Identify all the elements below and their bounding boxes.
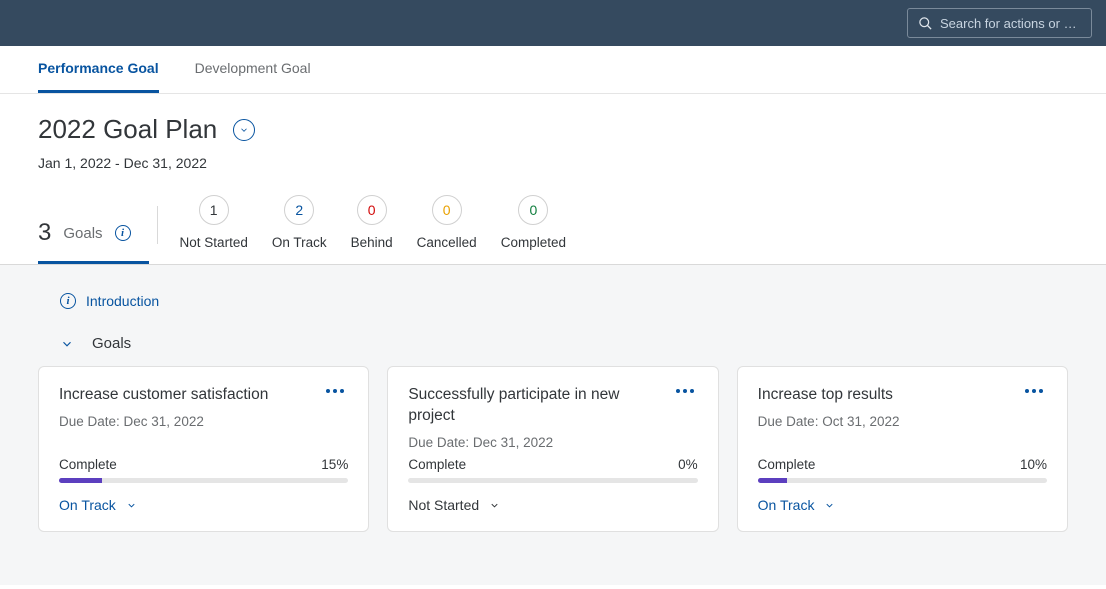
- goal-due-date: Due Date: Dec 31, 2022: [408, 435, 697, 450]
- status-filter-not-started[interactable]: 1 Not Started: [168, 195, 260, 264]
- status-count: 0: [518, 195, 548, 225]
- goal-status-label: Not Started: [408, 497, 479, 513]
- goal-due-date: Due Date: Dec 31, 2022: [59, 414, 348, 429]
- page-header: 2022 Goal Plan Jan 1, 2022 - Dec 31, 202…: [0, 94, 1106, 171]
- status-filter-cancelled[interactable]: 0 Cancelled: [405, 195, 489, 264]
- introduction-link[interactable]: i Introduction: [38, 289, 1068, 313]
- progress-bar: [758, 478, 1047, 483]
- goals-section-toggle[interactable]: Goals: [38, 313, 1068, 366]
- goals-count: 3: [38, 219, 51, 247]
- status-filter-completed[interactable]: 0 Completed: [489, 195, 578, 264]
- goal-menu-button[interactable]: [1021, 385, 1047, 397]
- goal-status-selector[interactable]: Not Started: [408, 497, 697, 513]
- goal-menu-button[interactable]: [672, 385, 698, 397]
- goals-count-label: Goals: [63, 225, 102, 242]
- status-filter-on-track[interactable]: 2 On Track: [260, 195, 339, 264]
- main-content: i Introduction Goals Increase customer s…: [0, 265, 1106, 585]
- info-icon[interactable]: i: [115, 225, 131, 241]
- goal-title: Increase top results: [758, 385, 893, 406]
- page-title: 2022 Goal Plan: [38, 114, 217, 145]
- status-count: 0: [432, 195, 462, 225]
- goal-status-selector[interactable]: On Track: [758, 497, 1047, 513]
- tab-performance-goal[interactable]: Performance Goal: [38, 46, 159, 93]
- status-summary: 3 Goals i 1 Not Started 2 On Track 0 Behind 0 C…: [0, 171, 1106, 265]
- status-filter-behind[interactable]: 0 Behind: [339, 195, 405, 264]
- status-label: Behind: [351, 235, 393, 250]
- goals-total[interactable]: 3 Goals i: [38, 219, 149, 264]
- goal-title: Successfully participate in new project: [408, 385, 654, 427]
- status-label: Cancelled: [417, 235, 477, 250]
- status-count: 2: [284, 195, 314, 225]
- progress-label: Complete: [408, 457, 466, 472]
- goal-card[interactable]: Successfully participate in new project …: [387, 366, 718, 532]
- chevron-down-icon: [126, 500, 137, 511]
- chevron-down-icon: [489, 500, 500, 511]
- tab-development-goal[interactable]: Development Goal: [195, 46, 311, 93]
- goal-card[interactable]: Increase top results Due Date: Oct 31, 2…: [737, 366, 1068, 532]
- status-label: On Track: [272, 235, 327, 250]
- goal-type-tabs: Performance Goal Development Goal: [0, 46, 1106, 94]
- progress-percent: 10%: [1020, 457, 1047, 472]
- status-label: Not Started: [180, 235, 248, 250]
- goal-status-selector[interactable]: On Track: [59, 497, 348, 513]
- divider: [157, 206, 158, 244]
- global-search[interactable]: [907, 8, 1092, 38]
- goals-section-label: Goals: [92, 335, 131, 352]
- goal-cards: Increase customer satisfaction Due Date:…: [38, 366, 1068, 532]
- progress-percent: 0%: [678, 457, 698, 472]
- progress-bar: [408, 478, 697, 483]
- status-label: Completed: [501, 235, 566, 250]
- progress-percent: 15%: [321, 457, 348, 472]
- goal-card[interactable]: Increase customer satisfaction Due Date:…: [38, 366, 369, 532]
- status-count: 0: [357, 195, 387, 225]
- goal-status-label: On Track: [758, 497, 815, 513]
- chevron-down-icon: [824, 500, 835, 511]
- progress-bar: [59, 478, 348, 483]
- search-icon: [918, 16, 933, 31]
- introduction-label: Introduction: [86, 293, 159, 309]
- info-icon: i: [60, 293, 76, 309]
- chevron-down-icon: [239, 125, 249, 135]
- goal-menu-button[interactable]: [322, 385, 348, 397]
- goal-title: Increase customer satisfaction: [59, 385, 268, 406]
- goal-status-label: On Track: [59, 497, 116, 513]
- progress-label: Complete: [59, 457, 117, 472]
- plan-selector-button[interactable]: [233, 119, 255, 141]
- chevron-down-icon: [60, 337, 74, 351]
- status-count: 1: [199, 195, 229, 225]
- search-input[interactable]: [940, 16, 1081, 31]
- plan-date-range: Jan 1, 2022 - Dec 31, 2022: [38, 155, 1068, 171]
- goal-due-date: Due Date: Oct 31, 2022: [758, 414, 1047, 429]
- progress-label: Complete: [758, 457, 816, 472]
- top-bar: [0, 0, 1106, 46]
